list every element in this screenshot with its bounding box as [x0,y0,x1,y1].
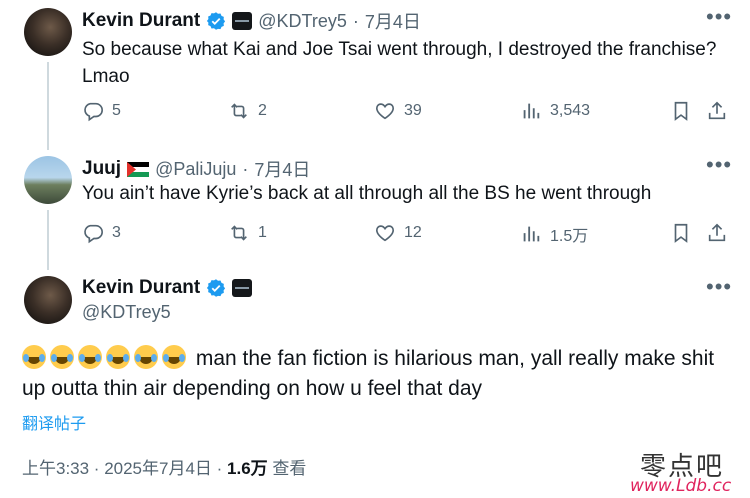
view-count: 3,543 [550,102,591,119]
timestamp[interactable]: 上午3:33 · 2025年7月4日 · [22,459,227,478]
share-button[interactable] [706,100,728,122]
bookmark-button[interactable] [670,222,692,244]
avatar-juuj[interactable] [24,156,72,204]
repost-icon [231,103,247,119]
main-tweet-name-row: Kevin Durant [82,277,253,299]
more-options-icon[interactable]: ••• [706,152,732,178]
heart-icon [376,103,394,120]
tweet-date[interactable]: 7月4日 [254,156,310,182]
palestine-flag-icon [127,161,150,177]
thread-line [47,210,49,270]
verified-badge-icon [207,12,226,30]
reply-button[interactable]: 3 [82,222,121,244]
affiliate-badge-icon [232,12,253,30]
display-name[interactable]: Kevin Durant [82,277,200,299]
reply-count: 3 [112,224,121,241]
handle[interactable]: @KDTrey5 [82,302,171,323]
repost-count: 2 [258,102,267,119]
repost-icon [231,225,247,241]
tweet-meta: 上午3:33 · 2025年7月4日 · 1.6万 查看 [22,454,306,479]
views-button[interactable]: 3,543 [520,100,590,122]
affiliate-badge-icon [232,279,253,297]
handle[interactable]: @PaliJuju [155,159,236,180]
thread-line [47,62,49,150]
translate-post-link[interactable]: 翻译帖子 [22,410,86,434]
share-button[interactable] [706,222,728,244]
more-options-icon[interactable]: ••• [706,4,732,30]
display-name[interactable]: Juuj [82,158,121,180]
tweet-1-header: Kevin Durant @KDTrey5 · 7月4日 [82,8,421,34]
avatar-kevin-durant[interactable] [24,276,72,324]
verified-badge-icon [207,279,226,297]
bookmark-button[interactable] [670,100,692,122]
like-button[interactable]: 12 [374,222,422,244]
share-icon [708,223,726,242]
display-name[interactable]: Kevin Durant [82,10,200,32]
bookmark-icon [674,101,688,121]
main-tweet-text: man the fan fiction is hilarious man, ya… [22,344,722,404]
more-options-icon[interactable]: ••• [706,274,732,300]
tweet-text: You ain’t have Kyrie’s back at all throu… [82,183,652,204]
views-label: 查看 [267,459,307,478]
avatar-kevin-durant[interactable] [24,8,72,56]
view-count: 1.5万 [550,228,589,245]
share-icon [708,101,726,120]
like-count: 12 [404,224,422,241]
tweet-2-actions: 3 1 12 1.5万 [82,222,732,248]
watermark-url: www.Ldb.cc [630,476,732,496]
tweet-text: So because what Kai and Joe Tsai went th… [82,39,717,87]
repost-button[interactable]: 2 [228,100,267,122]
tweet-date[interactable]: 7月4日 [365,8,421,34]
heart-icon [376,225,394,242]
like-button[interactable]: 39 [374,100,422,122]
handle[interactable]: @KDTrey5 [258,11,347,32]
repost-button[interactable]: 1 [228,222,267,244]
reply-button[interactable]: 5 [82,100,121,122]
separator: · [352,10,359,31]
reply-count: 5 [112,102,121,119]
laughing-emoji-icon [22,345,190,370]
bookmark-icon [674,223,688,243]
tweet-2-header: Juuj @PaliJuju · 7月4日 [82,156,310,182]
reply-icon [84,102,103,122]
reply-icon [84,224,103,244]
views-button[interactable]: 1.5万 [520,222,588,246]
tweet-1-actions: 5 2 39 3,543 [82,100,732,126]
repost-count: 1 [258,224,267,241]
views-count: 1.6万 [227,459,268,478]
separator: · [242,158,249,179]
analytics-icon [523,226,540,242]
analytics-icon [523,103,540,119]
like-count: 39 [404,102,422,119]
